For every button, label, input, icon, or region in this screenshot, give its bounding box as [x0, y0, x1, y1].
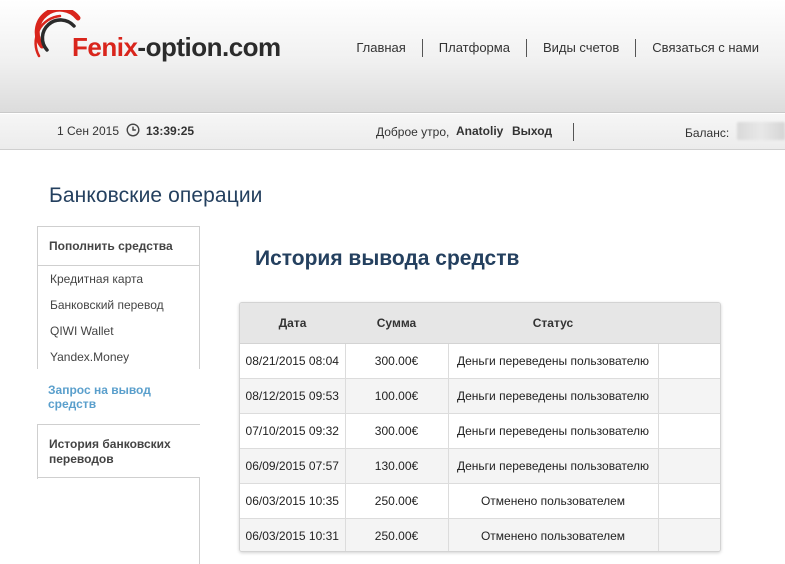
- cell-extra: [658, 343, 720, 379]
- cell-status: Деньги переведены пользователю: [448, 343, 659, 379]
- nav-home[interactable]: Главная: [340, 39, 421, 57]
- withdraw-request-line2: средств: [48, 397, 97, 411]
- cell-date: 08/12/2015 09:53: [240, 378, 346, 414]
- main-nav: Главная Платформа Виды счетов Связаться …: [340, 39, 759, 57]
- table-row: 08/12/2015 09:53 100.00€ Деньги переведены…: [240, 378, 720, 414]
- cell-extra: [658, 378, 720, 414]
- cell-date: 06/03/2015 10:35: [240, 483, 346, 519]
- table-body: 08/21/2015 08:04 300.00€ Деньги переведены…: [240, 343, 720, 551]
- balance-value-blurred: [737, 122, 785, 140]
- table-row: 06/03/2015 10:31 250.00€ Отменено пользова…: [240, 518, 720, 551]
- site-logo[interactable]: Fenix-option.com: [34, 10, 294, 70]
- current-date: 1 Сен 2015: [57, 124, 120, 138]
- cell-status: Деньги переведены пользователю: [448, 413, 659, 449]
- clock-icon: [126, 123, 140, 137]
- sidebar-deposit-header[interactable]: Пополнить средства: [37, 226, 200, 266]
- nav-platform[interactable]: Платформа: [421, 39, 526, 57]
- logout-link[interactable]: Выход: [512, 124, 552, 138]
- cell-status: Отменено пользователем: [448, 483, 659, 519]
- logo-text-domain: -option.com: [137, 32, 281, 62]
- sidebar-item-credit-card[interactable]: Кредитная карта: [50, 272, 143, 286]
- cell-date: 07/10/2015 09:32: [240, 413, 346, 449]
- nav-contact[interactable]: Связаться с нами: [635, 39, 759, 57]
- cell-date: 08/21/2015 08:04: [240, 343, 346, 379]
- username[interactable]: Anatoliy: [456, 124, 503, 138]
- cell-amount: 300.00€: [345, 343, 449, 379]
- sidebar-item-qiwi[interactable]: QIWI Wallet: [50, 324, 114, 338]
- cell-amount: 130.00€: [345, 448, 449, 484]
- site-header: Fenix-option.com Главная Платформа Виды …: [0, 0, 785, 113]
- withdrawal-history-table: Дата Сумма Статус 08/21/2015 08:04 300.00…: [239, 302, 721, 552]
- sidebar-item-transfer-history[interactable]: История банковских переводов: [37, 424, 200, 478]
- info-bar: 1 Сен 2015 13:39:25 Доброе утро, Anatoli…: [0, 114, 785, 150]
- cell-amount: 100.00€: [345, 378, 449, 414]
- table-row: 07/10/2015 09:32 300.00€ Деньги переведены…: [240, 413, 720, 449]
- cell-status: Отменено пользователем: [448, 518, 659, 551]
- section-title: История вывода средств: [255, 247, 520, 270]
- sidebar-item-bank-transfer[interactable]: Банковский перевод: [50, 298, 164, 312]
- infobar-divider: [573, 123, 574, 141]
- cell-date: 06/03/2015 10:31: [240, 518, 346, 551]
- table-header-row: Дата Сумма Статус: [240, 303, 720, 344]
- logo-text-brand: Fenix: [72, 32, 138, 62]
- sidebar-item-yandex-money[interactable]: Yandex.Money: [50, 350, 129, 364]
- cell-amount: 300.00€: [345, 413, 449, 449]
- greeting-text: Доброе утро,: [376, 125, 450, 139]
- cell-status: Деньги переведены пользователю: [448, 448, 659, 484]
- cell-amount: 250.00€: [345, 518, 449, 551]
- table-row: 06/03/2015 10:35 250.00€ Отменено пользова…: [240, 483, 720, 519]
- column-header-extra: [658, 303, 720, 344]
- page-title: Банковские операции: [49, 184, 263, 207]
- column-header-date: Дата: [240, 303, 345, 344]
- logo-text: Fenix-option.com: [72, 32, 281, 63]
- cell-extra: [658, 483, 720, 519]
- cell-extra: [658, 413, 720, 449]
- cell-extra: [658, 518, 720, 551]
- sidebar-item-withdraw-request[interactable]: Запрос на вывод средств: [37, 369, 200, 425]
- cell-amount: 250.00€: [345, 483, 449, 519]
- cell-status: Деньги переведены пользователю: [448, 378, 659, 414]
- column-header-amount: Сумма: [345, 303, 448, 344]
- column-header-status: Статус: [448, 303, 658, 344]
- nav-account-types[interactable]: Виды счетов: [525, 39, 635, 57]
- cell-extra: [658, 448, 720, 484]
- cell-date: 06/09/2015 07:57: [240, 448, 346, 484]
- table-row: 08/21/2015 08:04 300.00€ Деньги переведены…: [240, 343, 720, 379]
- table-row: 06/09/2015 07:57 130.00€ Деньги переведены…: [240, 448, 720, 484]
- transfer-history-line2: переводов: [49, 452, 114, 466]
- balance-label: Баланс:: [685, 126, 730, 140]
- transfer-history-line1: История банковских: [49, 437, 171, 451]
- withdraw-request-line1: Запрос на вывод: [48, 383, 151, 397]
- current-time: 13:39:25: [146, 124, 195, 138]
